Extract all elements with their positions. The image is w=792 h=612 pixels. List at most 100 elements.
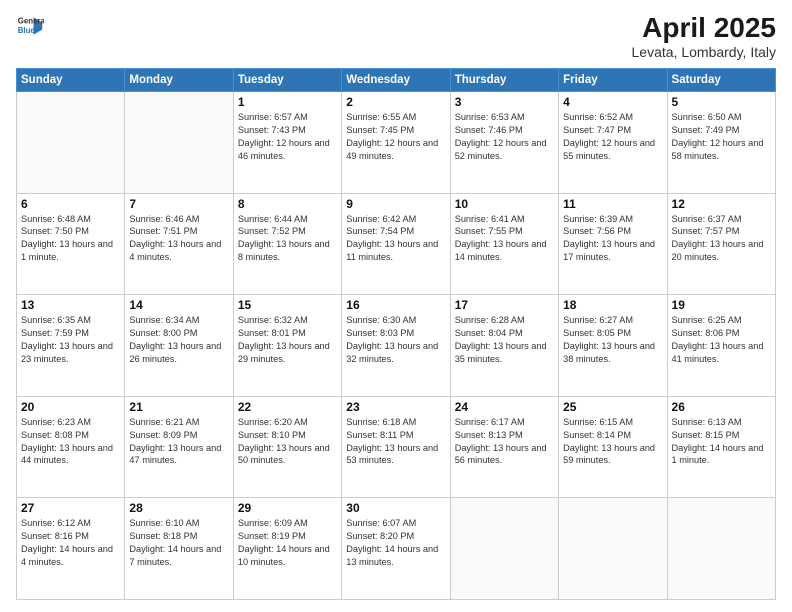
- day-number: 25: [563, 400, 662, 414]
- calendar-cell: 29Sunrise: 6:09 AM Sunset: 8:19 PM Dayli…: [233, 498, 341, 600]
- day-info: Sunrise: 6:17 AM Sunset: 8:13 PM Dayligh…: [455, 416, 554, 468]
- svg-text:Blue: Blue: [18, 26, 36, 35]
- weekday-header: Tuesday: [233, 69, 341, 92]
- day-info: Sunrise: 6:15 AM Sunset: 8:14 PM Dayligh…: [563, 416, 662, 468]
- calendar-cell: 19 Sunrise: 6:25 AM Sunset: 8:06 PM Dayli…: [667, 295, 775, 397]
- day-info: Sunrise: 6:57 AM Sunset: 7:43 PM Dayligh…: [238, 111, 337, 163]
- calendar-cell: [559, 498, 667, 600]
- day-info: Sunrise: 6:46 AM Sunset: 7:51 PM Dayligh…: [129, 213, 228, 265]
- weekday-header: Thursday: [450, 69, 558, 92]
- calendar-cell: 22Sunrise: 6:20 AM Sunset: 8:10 PM Dayli…: [233, 396, 341, 498]
- logo-icon: General Blue: [16, 12, 44, 40]
- calendar-cell: 26 Sunrise: 6:13 AM Sunset: 8:15 PM Dayli…: [667, 396, 775, 498]
- day-number: 20: [21, 400, 120, 414]
- day-number: 19: [672, 298, 771, 312]
- day-number: 17: [455, 298, 554, 312]
- day-number: 30: [346, 501, 445, 515]
- calendar-cell: 16 Sunrise: 6:30 AM Sunset: 8:03 PM Dayli…: [342, 295, 450, 397]
- day-info: Sunrise: 6:34 AM Sunset: 8:00 PM Dayligh…: [129, 314, 228, 366]
- calendar-cell: [125, 92, 233, 194]
- day-info: Sunrise: 6:20 AM Sunset: 8:10 PM Dayligh…: [238, 416, 337, 468]
- day-number: 23: [346, 400, 445, 414]
- day-info: Sunrise: 6:23 AM Sunset: 8:08 PM Dayligh…: [21, 416, 120, 468]
- calendar-cell: 8Sunrise: 6:44 AM Sunset: 7:52 PM Daylig…: [233, 193, 341, 295]
- day-info: Sunrise: 6:27 AM Sunset: 8:05 PM Dayligh…: [563, 314, 662, 366]
- day-number: 14: [129, 298, 228, 312]
- day-info: Sunrise: 6:41 AM Sunset: 7:55 PM Dayligh…: [455, 213, 554, 265]
- day-number: 26: [672, 400, 771, 414]
- day-number: 24: [455, 400, 554, 414]
- weekday-header: Friday: [559, 69, 667, 92]
- calendar-cell: 27 Sunrise: 6:12 AM Sunset: 8:16 PM Dayli…: [17, 498, 125, 600]
- calendar-cell: 6 Sunrise: 6:48 AM Sunset: 7:50 PM Daylig…: [17, 193, 125, 295]
- day-number: 5: [672, 95, 771, 109]
- calendar-cell: 1 Sunrise: 6:57 AM Sunset: 7:43 PM Daylig…: [233, 92, 341, 194]
- calendar-cell: 5 Sunrise: 6:50 AM Sunset: 7:49 PM Daylig…: [667, 92, 775, 194]
- calendar-cell: 28 Sunrise: 6:10 AM Sunset: 8:18 PM Dayli…: [125, 498, 233, 600]
- svg-text:General: General: [18, 16, 44, 25]
- calendar-cell: 13Sunrise: 6:35 AM Sunset: 7:59 PM Dayli…: [17, 295, 125, 397]
- header: General Blue April 2025 Levata, Lombardy…: [16, 12, 776, 60]
- day-info: Sunrise: 6:13 AM Sunset: 8:15 PM Dayligh…: [672, 416, 771, 468]
- weekday-header: Monday: [125, 69, 233, 92]
- day-number: 7: [129, 197, 228, 211]
- calendar-cell: 23 Sunrise: 6:18 AM Sunset: 8:11 PM Dayli…: [342, 396, 450, 498]
- calendar-subtitle: Levata, Lombardy, Italy: [632, 44, 776, 60]
- day-info: Sunrise: 6:53 AM Sunset: 7:46 PM Dayligh…: [455, 111, 554, 163]
- weekday-header: Sunday: [17, 69, 125, 92]
- day-number: 3: [455, 95, 554, 109]
- day-info: Sunrise: 6:28 AM Sunset: 8:04 PM Dayligh…: [455, 314, 554, 366]
- day-info: Sunrise: 6:39 AM Sunset: 7:56 PM Dayligh…: [563, 213, 662, 265]
- day-number: 12: [672, 197, 771, 211]
- day-info: Sunrise: 6:07 AM Sunset: 8:20 PM Dayligh…: [346, 517, 445, 569]
- day-info: Sunrise: 6:10 AM Sunset: 8:18 PM Dayligh…: [129, 517, 228, 569]
- calendar-cell: [450, 498, 558, 600]
- day-number: 15: [238, 298, 337, 312]
- calendar-cell: 15 Sunrise: 6:32 AM Sunset: 8:01 PM Dayli…: [233, 295, 341, 397]
- calendar-cell: 25 Sunrise: 6:15 AM Sunset: 8:14 PM Dayli…: [559, 396, 667, 498]
- calendar-week-row: 13Sunrise: 6:35 AM Sunset: 7:59 PM Dayli…: [17, 295, 776, 397]
- day-number: 28: [129, 501, 228, 515]
- day-number: 9: [346, 197, 445, 211]
- calendar-cell: 9Sunrise: 6:42 AM Sunset: 7:54 PM Daylig…: [342, 193, 450, 295]
- day-info: Sunrise: 6:12 AM Sunset: 8:16 PM Dayligh…: [21, 517, 120, 569]
- day-info: Sunrise: 6:35 AM Sunset: 7:59 PM Dayligh…: [21, 314, 120, 366]
- calendar-week-row: 20 Sunrise: 6:23 AM Sunset: 8:08 PM Dayli…: [17, 396, 776, 498]
- day-info: Sunrise: 6:48 AM Sunset: 7:50 PM Dayligh…: [21, 213, 120, 265]
- day-number: 21: [129, 400, 228, 414]
- calendar-cell: 10Sunrise: 6:41 AM Sunset: 7:55 PM Dayli…: [450, 193, 558, 295]
- day-number: 1: [238, 95, 337, 109]
- calendar-cell: 30 Sunrise: 6:07 AM Sunset: 8:20 PM Dayli…: [342, 498, 450, 600]
- day-info: Sunrise: 6:32 AM Sunset: 8:01 PM Dayligh…: [238, 314, 337, 366]
- day-number: 16: [346, 298, 445, 312]
- title-block: April 2025 Levata, Lombardy, Italy: [632, 12, 776, 60]
- weekday-header: Wednesday: [342, 69, 450, 92]
- day-info: Sunrise: 6:50 AM Sunset: 7:49 PM Dayligh…: [672, 111, 771, 163]
- day-number: 27: [21, 501, 120, 515]
- calendar-cell: 21 Sunrise: 6:21 AM Sunset: 8:09 PM Dayli…: [125, 396, 233, 498]
- calendar-cell: 2Sunrise: 6:55 AM Sunset: 7:45 PM Daylig…: [342, 92, 450, 194]
- day-info: Sunrise: 6:25 AM Sunset: 8:06 PM Dayligh…: [672, 314, 771, 366]
- day-info: Sunrise: 6:30 AM Sunset: 8:03 PM Dayligh…: [346, 314, 445, 366]
- day-info: Sunrise: 6:21 AM Sunset: 8:09 PM Dayligh…: [129, 416, 228, 468]
- calendar-cell: 4 Sunrise: 6:52 AM Sunset: 7:47 PM Daylig…: [559, 92, 667, 194]
- weekday-header-row: SundayMondayTuesdayWednesdayThursdayFrid…: [17, 69, 776, 92]
- calendar-cell: 24 Sunrise: 6:17 AM Sunset: 8:13 PM Dayli…: [450, 396, 558, 498]
- day-number: 6: [21, 197, 120, 211]
- calendar-title: April 2025: [632, 12, 776, 44]
- calendar-cell: 3 Sunrise: 6:53 AM Sunset: 7:46 PM Daylig…: [450, 92, 558, 194]
- calendar-cell: [17, 92, 125, 194]
- calendar-week-row: 27 Sunrise: 6:12 AM Sunset: 8:16 PM Dayli…: [17, 498, 776, 600]
- day-number: 4: [563, 95, 662, 109]
- calendar-week-row: 1 Sunrise: 6:57 AM Sunset: 7:43 PM Daylig…: [17, 92, 776, 194]
- calendar-cell: 11 Sunrise: 6:39 AM Sunset: 7:56 PM Dayli…: [559, 193, 667, 295]
- weekday-header: Saturday: [667, 69, 775, 92]
- day-number: 29: [238, 501, 337, 515]
- day-number: 2: [346, 95, 445, 109]
- calendar-cell: 17 Sunrise: 6:28 AM Sunset: 8:04 PM Dayli…: [450, 295, 558, 397]
- day-number: 11: [563, 197, 662, 211]
- logo: General Blue: [16, 12, 44, 40]
- day-info: Sunrise: 6:52 AM Sunset: 7:47 PM Dayligh…: [563, 111, 662, 163]
- calendar-table: SundayMondayTuesdayWednesdayThursdayFrid…: [16, 68, 776, 600]
- day-info: Sunrise: 6:18 AM Sunset: 8:11 PM Dayligh…: [346, 416, 445, 468]
